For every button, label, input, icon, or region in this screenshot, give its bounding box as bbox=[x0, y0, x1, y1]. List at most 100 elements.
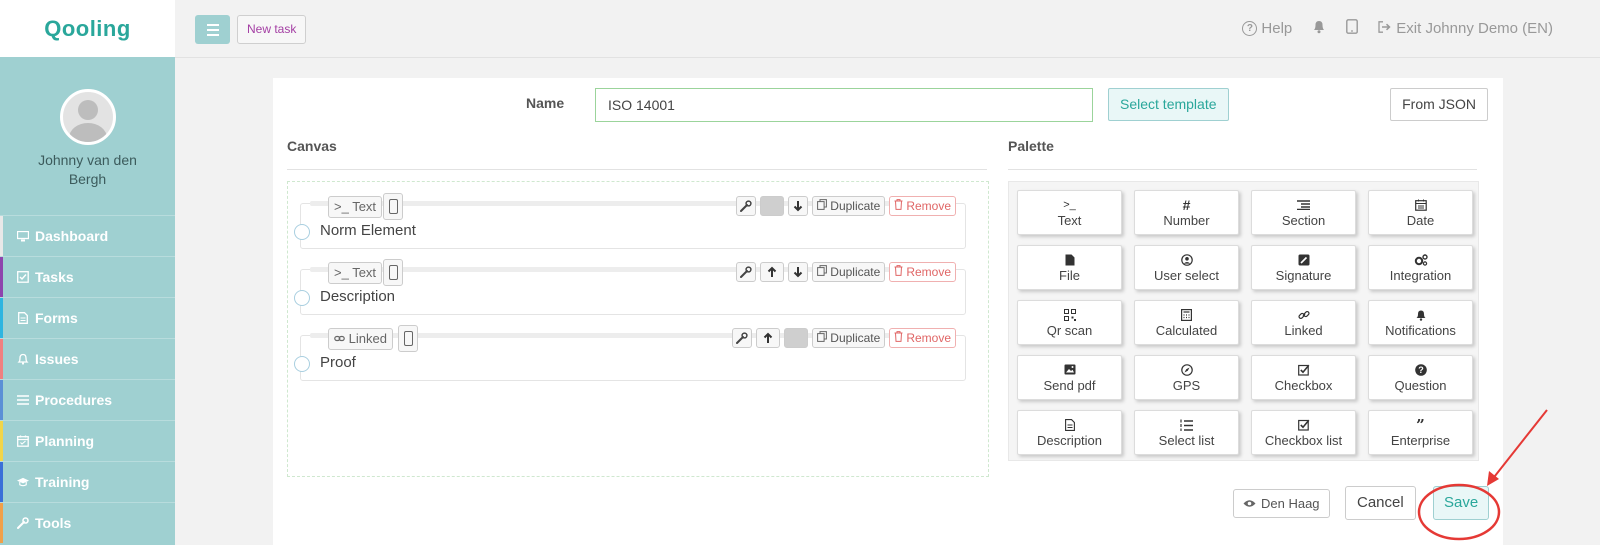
top-right-actions: ? Help Exit Johnny Demo (EN) bbox=[1242, 19, 1553, 38]
bell-icon[interactable] bbox=[1312, 19, 1326, 38]
sidebar-item-tools[interactable]: Tools bbox=[0, 502, 175, 543]
palette-item-label: Linked bbox=[1284, 322, 1323, 338]
help-label: Help bbox=[1261, 20, 1293, 37]
sidebar-item-forms[interactable]: Forms bbox=[0, 297, 175, 338]
section-icon bbox=[1297, 198, 1310, 212]
link-icon bbox=[1297, 308, 1310, 322]
sidebar-nav: Dashboard Tasks Forms Issues Procedures … bbox=[0, 215, 175, 543]
sidebar-item-label: Training bbox=[35, 474, 90, 490]
arrow-up-icon[interactable] bbox=[760, 262, 785, 282]
document-icon bbox=[17, 312, 29, 324]
checkbox-icon bbox=[1297, 363, 1310, 377]
sidebar-item-label: Dashboard bbox=[35, 228, 109, 244]
sidebar-item-planning[interactable]: Planning bbox=[0, 420, 175, 461]
palette-item-number[interactable]: # Number bbox=[1134, 190, 1239, 235]
arrow-up-icon[interactable] bbox=[756, 328, 781, 348]
canvas-row-norm-element[interactable]: Norm Element >_ Text Duplicate Remove bbox=[290, 186, 966, 252]
radio-icon[interactable] bbox=[294, 290, 310, 306]
wrench-icon[interactable] bbox=[732, 328, 753, 348]
question-icon: ? bbox=[1242, 21, 1258, 36]
palette-item-integration[interactable]: Integration bbox=[1368, 245, 1473, 290]
app-logo[interactable]: Qooling bbox=[44, 16, 131, 42]
select-template-button[interactable]: Select template bbox=[1108, 88, 1229, 121]
wrench-icon[interactable] bbox=[736, 196, 757, 216]
sidebar-item-label: Tasks bbox=[35, 269, 74, 285]
hamburger-menu-button[interactable] bbox=[195, 15, 230, 44]
radio-icon[interactable] bbox=[294, 356, 310, 372]
calculator-icon bbox=[1181, 308, 1192, 322]
remove-button[interactable]: Remove bbox=[889, 328, 956, 348]
tablet-icon[interactable] bbox=[1346, 19, 1359, 38]
palette-item-enterprise[interactable]: ” Enterprise bbox=[1368, 410, 1473, 455]
arrow-down-icon[interactable] bbox=[788, 262, 809, 282]
move-down-disabled bbox=[784, 328, 809, 348]
canvas-area[interactable]: Norm Element >_ Text Duplicate Remove De… bbox=[287, 181, 989, 477]
row-label: Norm Element bbox=[320, 222, 416, 239]
list-icon bbox=[17, 394, 29, 406]
palette-item-description[interactable]: Description bbox=[1017, 410, 1122, 455]
duplicate-button[interactable]: Duplicate bbox=[812, 328, 886, 348]
list-icon bbox=[1180, 418, 1193, 432]
palette-item-section[interactable]: Section bbox=[1251, 190, 1356, 235]
type-tag-linked: Linked bbox=[328, 328, 393, 350]
mobile-icon[interactable] bbox=[383, 259, 403, 286]
sidebar-item-procedures[interactable]: Procedures bbox=[0, 379, 175, 420]
location-button[interactable]: Den Haag bbox=[1233, 489, 1330, 518]
palette-item-label: Date bbox=[1406, 212, 1435, 228]
palette-item-checkbox[interactable]: Checkbox bbox=[1251, 355, 1356, 400]
canvas-title: Canvas bbox=[287, 138, 337, 154]
palette-item-question[interactable]: ? Question bbox=[1368, 355, 1473, 400]
help-link[interactable]: ? Help bbox=[1242, 20, 1292, 37]
canvas-row-description[interactable]: Description >_ Text Duplicate Remove bbox=[290, 252, 966, 318]
palette-item-text[interactable]: >_ Text bbox=[1017, 190, 1122, 235]
duplicate-button[interactable]: Duplicate bbox=[812, 196, 886, 216]
sidebar-item-issues[interactable]: Issues bbox=[0, 338, 175, 379]
arrow-down-icon[interactable] bbox=[788, 196, 809, 216]
palette-item-label: Description bbox=[1036, 432, 1103, 448]
mobile-icon[interactable] bbox=[383, 193, 403, 220]
sidebar-item-training[interactable]: Training bbox=[0, 461, 175, 502]
palette-item-label: Number bbox=[1163, 212, 1210, 228]
new-task-button[interactable]: New task bbox=[237, 15, 307, 44]
radio-icon[interactable] bbox=[294, 224, 310, 240]
palette-divider bbox=[1008, 169, 1477, 170]
palette-item-date[interactable]: Date bbox=[1368, 190, 1473, 235]
exit-link[interactable]: Exit Johnny Demo (EN) bbox=[1378, 20, 1553, 37]
palette-item-calculated[interactable]: Calculated bbox=[1134, 300, 1239, 345]
palette-item-user-select[interactable]: User select bbox=[1134, 245, 1239, 290]
duplicate-button[interactable]: Duplicate bbox=[812, 262, 886, 282]
remove-label: Remove bbox=[906, 331, 951, 345]
remove-button[interactable]: Remove bbox=[889, 262, 956, 282]
name-label: Name bbox=[526, 95, 565, 111]
palette-item-qr-scan[interactable]: Qr scan bbox=[1017, 300, 1122, 345]
name-input[interactable] bbox=[595, 88, 1093, 122]
from-json-button[interactable]: From JSON bbox=[1390, 88, 1488, 121]
type-tag-text: >_ Text bbox=[328, 196, 383, 218]
palette-item-gps[interactable]: GPS bbox=[1134, 355, 1239, 400]
sidebar-item-tasks[interactable]: Tasks bbox=[0, 256, 175, 297]
canvas-row-proof[interactable]: Proof Linked Duplicate Remove bbox=[290, 318, 966, 384]
palette-item-label: Integration bbox=[1389, 267, 1452, 283]
palette-item-notifications[interactable]: Notifications bbox=[1368, 300, 1473, 345]
palette-item-linked[interactable]: Linked bbox=[1251, 300, 1356, 345]
palette-item-label: Question bbox=[1394, 377, 1447, 393]
hash-icon: # bbox=[1182, 196, 1191, 213]
cancel-button[interactable]: Cancel bbox=[1345, 486, 1416, 520]
checkbox-icon bbox=[17, 271, 29, 283]
palette-item-checkbox-list[interactable]: Checkbox list bbox=[1251, 410, 1356, 455]
mobile-icon[interactable] bbox=[398, 325, 418, 352]
remove-button[interactable]: Remove bbox=[889, 196, 956, 216]
avatar[interactable] bbox=[59, 89, 116, 145]
exit-label: Exit Johnny Demo (EN) bbox=[1396, 20, 1553, 37]
palette-item-send-pdf[interactable]: Send pdf bbox=[1017, 355, 1122, 400]
palette-item-signature[interactable]: Signature bbox=[1251, 245, 1356, 290]
sidebar-item-dashboard[interactable]: Dashboard bbox=[0, 215, 175, 256]
trash-icon bbox=[894, 199, 903, 213]
save-button[interactable]: Save bbox=[1433, 486, 1490, 520]
palette-item-label: Select list bbox=[1158, 432, 1215, 448]
trash-icon bbox=[894, 265, 903, 279]
palette-item-file[interactable]: File bbox=[1017, 245, 1122, 290]
copy-icon bbox=[817, 199, 828, 213]
palette-item-select-list[interactable]: Select list bbox=[1134, 410, 1239, 455]
wrench-icon[interactable] bbox=[736, 262, 757, 282]
